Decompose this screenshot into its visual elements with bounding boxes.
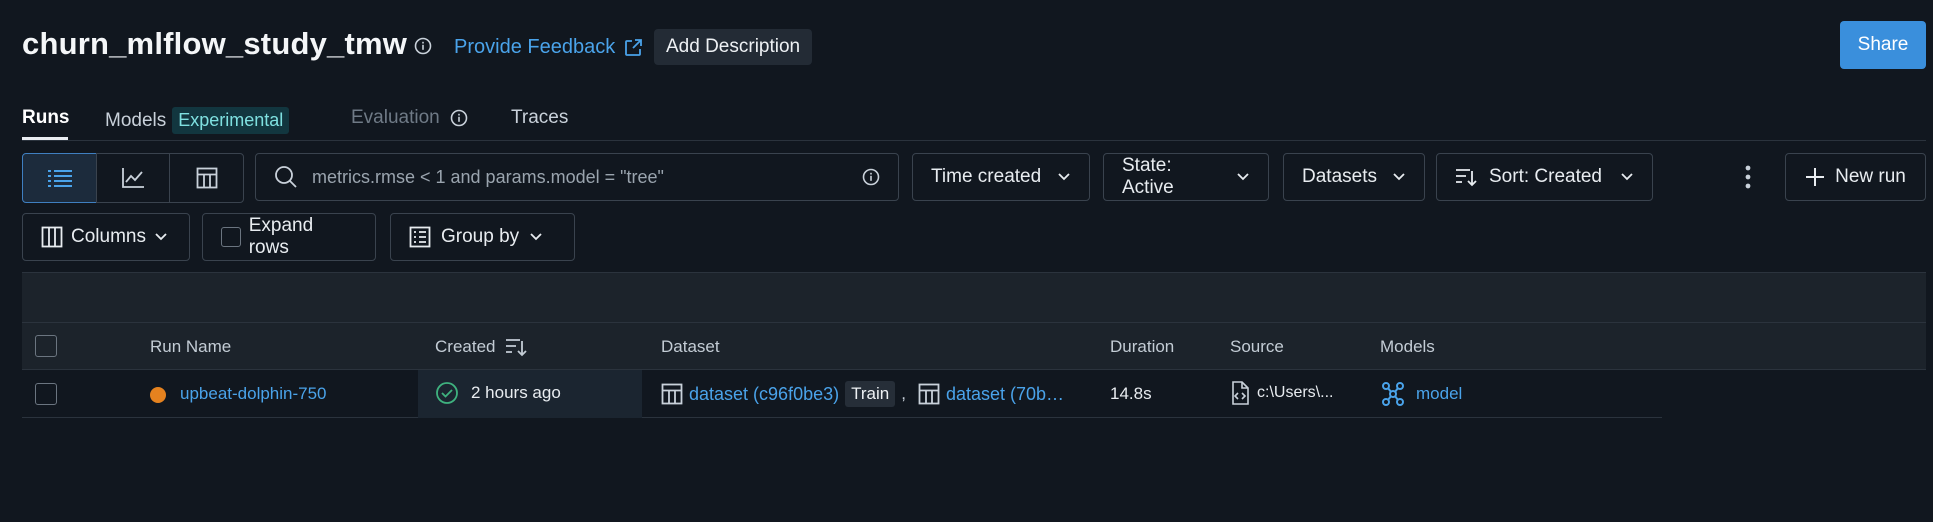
- experimental-badge: Experimental: [172, 107, 290, 134]
- columns-icon: [41, 226, 63, 248]
- datasets-dropdown[interactable]: Datasets: [1283, 153, 1425, 201]
- state-label: State: Active: [1122, 155, 1174, 198]
- info-icon[interactable]: [862, 168, 880, 186]
- tab-traces-label: Traces: [511, 107, 569, 128]
- duration-value: 14.8s: [1110, 384, 1152, 403]
- header-dataset[interactable]: Dataset: [661, 337, 720, 357]
- columns-label: Columns: [71, 226, 146, 247]
- expand-rows-toggle[interactable]: Expand rows: [202, 213, 376, 261]
- dataset-cell: dataset (c96f0be3) Train , dataset (70b…: [661, 381, 1064, 407]
- created-value: 2 hours ago: [471, 383, 561, 402]
- tab-models-label: Models: [105, 109, 167, 131]
- created-cell: 2 hours ago: [435, 381, 561, 405]
- header-created[interactable]: Created: [435, 337, 528, 357]
- source-cell: c:\Users\...: [1231, 381, 1333, 405]
- provide-feedback-label: Provide Feedback: [454, 36, 616, 58]
- plus-icon: [1805, 167, 1825, 187]
- header-models[interactable]: Models: [1380, 337, 1435, 357]
- tab-traces[interactable]: Traces: [511, 107, 568, 129]
- expand-rows-label: Expand rows: [248, 215, 314, 258]
- provide-feedback-link[interactable]: Provide Feedback: [454, 36, 643, 59]
- share-button[interactable]: Share: [1840, 21, 1926, 69]
- header-source[interactable]: Source: [1230, 337, 1284, 357]
- search-icon: [274, 165, 298, 189]
- sort-descending-icon: [505, 337, 528, 357]
- sort-label: Sort: Created: [1489, 166, 1602, 187]
- datasets-label: Datasets: [1302, 166, 1377, 187]
- run-status-dot: [150, 387, 166, 403]
- row-select-checkbox[interactable]: [35, 383, 57, 405]
- dataset-link[interactable]: dataset (70b…: [946, 384, 1064, 405]
- dataset-separator: ,: [901, 384, 906, 403]
- search-box[interactable]: [255, 153, 899, 201]
- chevron-down-icon: [529, 232, 543, 242]
- table-header-row: [22, 322, 1926, 370]
- dataset-link[interactable]: dataset (c96f0be3): [689, 384, 839, 405]
- group-by-button[interactable]: Group by: [390, 213, 575, 261]
- dataset-context-tag: Train: [845, 381, 896, 407]
- sort-dropdown[interactable]: Sort: Created: [1436, 153, 1653, 201]
- list-view-button[interactable]: [22, 153, 97, 203]
- table-icon: [196, 167, 218, 189]
- tab-runs-label: Runs: [22, 107, 70, 128]
- table-group-header: [22, 272, 1926, 323]
- more-options-icon[interactable]: [1738, 163, 1758, 191]
- time-created-label: Time created: [931, 166, 1042, 187]
- tab-models[interactable]: Models Experimental: [105, 107, 290, 134]
- state-dropdown[interactable]: State: Active: [1103, 153, 1269, 201]
- info-icon: [450, 109, 468, 127]
- page-title: churn_mlflow_study_tmw: [22, 26, 408, 61]
- table-view-button[interactable]: [169, 153, 244, 203]
- run-name-link[interactable]: upbeat-dolphin-750: [180, 384, 327, 404]
- info-icon[interactable]: [414, 37, 432, 55]
- header-created-label: Created: [435, 337, 496, 356]
- tab-runs[interactable]: Runs: [22, 107, 70, 129]
- header-duration[interactable]: Duration: [1110, 337, 1174, 357]
- tabs-divider: [22, 140, 1926, 141]
- select-all-checkbox[interactable]: [35, 335, 57, 357]
- add-description-button[interactable]: Add Description: [654, 29, 813, 65]
- group-list-icon: [409, 226, 431, 248]
- new-run-label: New run: [1835, 166, 1906, 187]
- sort-icon: [1455, 167, 1477, 187]
- chevron-down-icon: [1236, 172, 1250, 182]
- chart-view-button[interactable]: [96, 153, 170, 203]
- chevron-down-icon: [1620, 172, 1634, 182]
- table-icon: [661, 383, 683, 405]
- success-check-icon: [435, 381, 459, 405]
- new-run-button[interactable]: New run: [1785, 153, 1926, 201]
- time-created-dropdown[interactable]: Time created: [912, 153, 1090, 201]
- tab-evaluation[interactable]: Evaluation: [351, 107, 468, 129]
- chevron-down-icon: [1392, 172, 1406, 182]
- code-file-icon: [1231, 381, 1249, 405]
- tab-evaluation-label: Evaluation: [351, 107, 440, 128]
- group-by-label: Group by: [441, 226, 520, 247]
- columns-button[interactable]: Columns: [22, 213, 190, 261]
- external-link-icon: [623, 38, 643, 58]
- chevron-down-icon: [154, 232, 168, 242]
- list-icon: [47, 168, 73, 188]
- chevron-down-icon: [1057, 172, 1071, 182]
- model-icon: [1380, 381, 1406, 407]
- line-chart-icon: [121, 167, 145, 189]
- source-value[interactable]: c:\Users\...: [1257, 384, 1333, 402]
- expand-rows-checkbox[interactable]: [221, 227, 241, 247]
- search-input[interactable]: [310, 165, 850, 189]
- header-run-name[interactable]: Run Name: [150, 337, 231, 357]
- models-cell: model: [1380, 381, 1462, 407]
- model-link[interactable]: model: [1416, 384, 1462, 404]
- table-icon: [918, 383, 940, 405]
